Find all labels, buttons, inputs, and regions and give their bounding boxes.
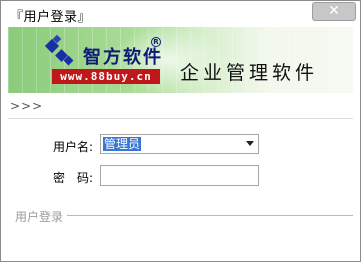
logo-icon — [43, 34, 83, 69]
group-label: 用户登录 — [15, 208, 67, 225]
title-bar[interactable]: 『用户登录』 ✕ — [1, 1, 360, 27]
brand-banner: 智方软件 R www.88buy.cn 企业管理软件 — [8, 27, 353, 93]
password-label: 密 码: — [53, 171, 94, 185]
brand-name: 智方软件 — [83, 47, 163, 68]
username-select[interactable]: 管理员 — [100, 134, 259, 154]
username-selected-value: 管理员 — [103, 137, 142, 151]
login-window: 『用户登录』 ✕ 智方软件 R www.88buy.cn 企业管理软件 >>> … — [0, 0, 361, 262]
divider — [8, 118, 353, 119]
window-title: 『用户登录』 — [10, 10, 92, 25]
breadcrumb: >>> — [10, 99, 44, 113]
username-label: 用户名: — [53, 140, 94, 154]
group-divider — [67, 215, 353, 216]
registered-mark: R — [151, 37, 161, 47]
product-name: 企业管理软件 — [180, 62, 319, 84]
close-icon: ✕ — [328, 3, 340, 19]
close-button[interactable]: ✕ — [312, 2, 356, 21]
chevron-down-icon[interactable] — [246, 141, 254, 146]
password-field[interactable] — [100, 165, 259, 186]
brand-url: www.88buy.cn — [52, 69, 160, 84]
